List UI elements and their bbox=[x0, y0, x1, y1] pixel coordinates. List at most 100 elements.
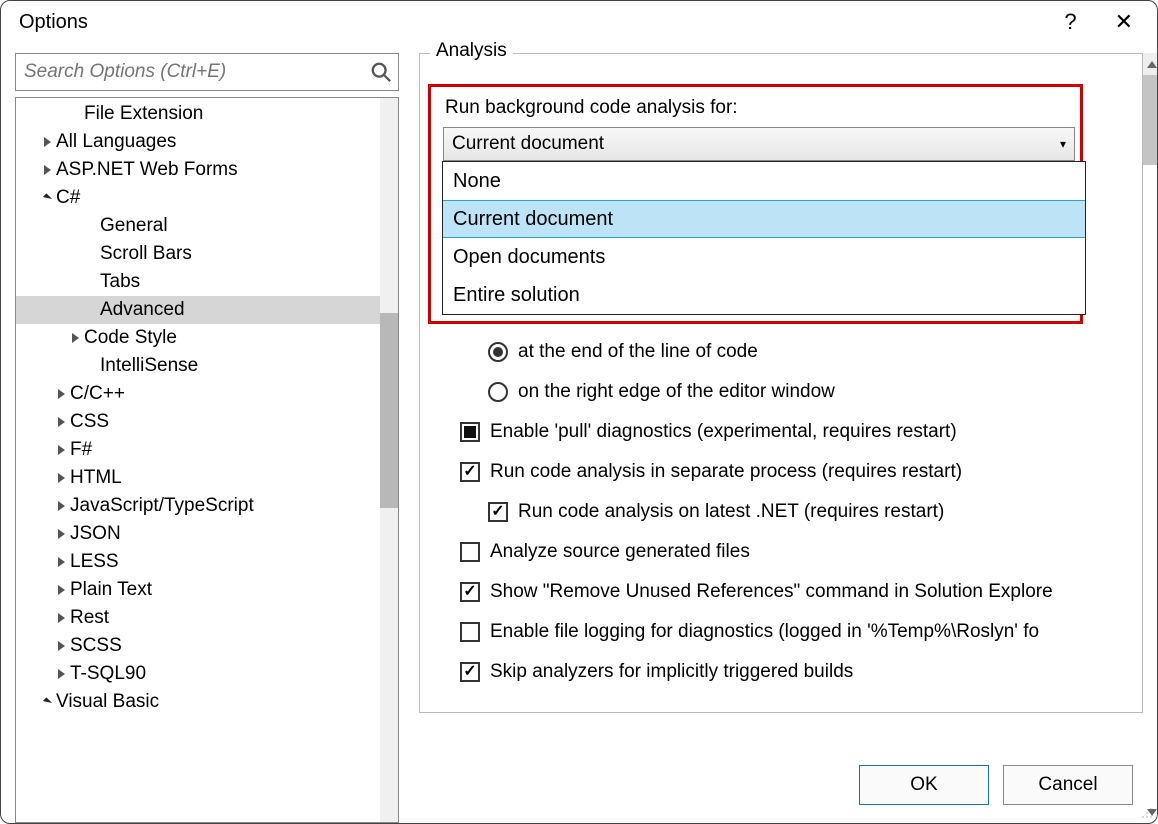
bg-analysis-dropdown[interactable]: NoneCurrent documentOpen documentsEntire… bbox=[442, 161, 1086, 315]
resize-grip-icon[interactable] bbox=[1137, 803, 1153, 819]
tree-item-label: HTML bbox=[70, 467, 122, 489]
options-dialog: Options ? ✕ File Extension All Languages A… bbox=[0, 0, 1158, 824]
bg-analysis-combo[interactable]: Current document ▾ bbox=[443, 127, 1075, 161]
chk-file-logging[interactable]: Enable file logging for diagnostics (log… bbox=[460, 612, 1132, 652]
checkbox-icon bbox=[460, 582, 480, 602]
scroll-up-button[interactable] bbox=[1143, 53, 1157, 75]
tree-item-label: IntelliSense bbox=[100, 355, 198, 377]
tree-item-label: F# bbox=[70, 439, 92, 461]
tree-item[interactable]: SCSS bbox=[16, 632, 398, 660]
tree-item-label: T-SQL90 bbox=[70, 663, 146, 685]
tree-item[interactable]: JSON bbox=[16, 520, 398, 548]
help-button[interactable]: ? bbox=[1064, 9, 1076, 35]
expand-icon bbox=[40, 165, 54, 175]
radio-icon bbox=[488, 382, 508, 402]
chk-separate-label: Run code analysis in separate process (r… bbox=[490, 461, 962, 483]
dropdown-option[interactable]: None bbox=[443, 162, 1085, 200]
expand-icon bbox=[54, 501, 68, 511]
checkbox-icon bbox=[460, 662, 480, 682]
tree-item-label: JSON bbox=[70, 523, 121, 545]
tree-item[interactable]: Visual Basic bbox=[16, 688, 398, 716]
expand-icon bbox=[54, 613, 68, 623]
highlight-annotation: Run background code analysis for: Curren… bbox=[428, 84, 1083, 324]
tree-item-label: C# bbox=[56, 187, 80, 209]
caret-up-icon bbox=[1147, 61, 1157, 68]
expand-icon bbox=[54, 557, 68, 567]
tree-item[interactable]: General bbox=[16, 212, 398, 240]
ok-button[interactable]: OK bbox=[859, 765, 989, 805]
tree-item-label: Rest bbox=[70, 607, 109, 629]
tree-item-label: ASP.NET Web Forms bbox=[56, 159, 238, 181]
chk-remove-unused-label: Show "Remove Unused References" command … bbox=[490, 581, 1053, 603]
chk-remove-unused[interactable]: Show "Remove Unused References" command … bbox=[460, 572, 1132, 612]
chk-skip-analyzers[interactable]: Skip analyzers for implicitly triggered … bbox=[460, 652, 1132, 692]
chk-analyze-generated[interactable]: Analyze source generated files bbox=[460, 532, 1132, 572]
chk-latest-net[interactable]: Run code analysis on latest .NET (requir… bbox=[460, 492, 1132, 532]
chk-pull-diagnostics[interactable]: Enable 'pull' diagnostics (experimental,… bbox=[460, 412, 1132, 452]
tree-item-label: All Languages bbox=[56, 131, 176, 153]
tree-item[interactable]: ASP.NET Web Forms bbox=[16, 156, 398, 184]
radio-icon bbox=[488, 342, 508, 362]
tree-item-label: JavaScript/TypeScript bbox=[70, 495, 254, 517]
expand-icon bbox=[54, 417, 68, 427]
radio-end-of-line[interactable]: at the end of the line of code bbox=[460, 332, 1132, 372]
tree-item[interactable]: Code Style bbox=[16, 324, 398, 352]
collapse-icon bbox=[40, 698, 54, 706]
tree-item[interactable]: T-SQL90 bbox=[16, 660, 398, 688]
tree-item-label: File Extension bbox=[84, 103, 203, 125]
tree-item-label: SCSS bbox=[70, 635, 122, 657]
tree-scrollbar-thumb[interactable] bbox=[380, 313, 398, 508]
chk-pull-label: Enable 'pull' diagnostics (experimental,… bbox=[490, 421, 957, 443]
tree-item[interactable]: C# bbox=[16, 184, 398, 212]
radio-right-edge-label: on the right edge of the editor window bbox=[518, 381, 835, 403]
tree-item[interactable]: Tabs bbox=[16, 268, 398, 296]
right-scrollbar-thumb[interactable] bbox=[1143, 75, 1157, 165]
tree-item[interactable]: IntelliSense bbox=[16, 352, 398, 380]
radio-right-edge[interactable]: on the right edge of the editor window bbox=[460, 372, 1132, 412]
expand-icon bbox=[68, 333, 82, 343]
tree-item[interactable]: C/C++ bbox=[16, 380, 398, 408]
checkbox-icon bbox=[488, 502, 508, 522]
checkbox-icon bbox=[460, 462, 480, 482]
radio-end-of-line-label: at the end of the line of code bbox=[518, 341, 758, 363]
tree-item[interactable]: Plain Text bbox=[16, 576, 398, 604]
tree-item[interactable]: CSS bbox=[16, 408, 398, 436]
right-scrollbar[interactable] bbox=[1143, 53, 1157, 823]
dropdown-option[interactable]: Entire solution bbox=[443, 276, 1085, 314]
expand-icon bbox=[54, 669, 68, 679]
expand-icon bbox=[54, 641, 68, 651]
options-tree[interactable]: File Extension All Languages ASP.NET Web F… bbox=[15, 97, 399, 823]
analysis-legend: Analysis bbox=[430, 41, 513, 62]
expand-icon bbox=[54, 473, 68, 483]
close-button[interactable]: ✕ bbox=[1105, 9, 1143, 35]
cancel-button[interactable]: Cancel bbox=[1003, 765, 1133, 805]
checkbox-icon bbox=[460, 422, 480, 442]
bg-analysis-combo-value: Current document bbox=[452, 133, 604, 155]
tree-item-label: LESS bbox=[70, 551, 119, 573]
tree-item[interactable]: File Extension bbox=[16, 100, 398, 128]
right-pane: Analysis Run background code analysis fo… bbox=[419, 53, 1143, 823]
bg-analysis-label: Run background code analysis for: bbox=[445, 97, 1070, 119]
tree-item-label: C/C++ bbox=[70, 383, 125, 405]
tree-item[interactable]: HTML bbox=[16, 464, 398, 492]
checkbox-icon bbox=[460, 542, 480, 562]
tree-item-label: General bbox=[100, 215, 168, 237]
chk-latest-net-label: Run code analysis on latest .NET (requir… bbox=[518, 501, 944, 523]
collapse-icon bbox=[40, 194, 54, 202]
dropdown-option[interactable]: Current document bbox=[443, 200, 1085, 238]
checkbox-icon bbox=[460, 622, 480, 642]
tree-item-label: Scroll Bars bbox=[100, 243, 192, 265]
expand-icon bbox=[54, 389, 68, 399]
tree-item[interactable]: Scroll Bars bbox=[16, 240, 398, 268]
tree-item[interactable]: All Languages bbox=[16, 128, 398, 156]
tree-item[interactable]: JavaScript/TypeScript bbox=[16, 492, 398, 520]
chk-separate-process[interactable]: Run code analysis in separate process (r… bbox=[460, 452, 1132, 492]
dropdown-option[interactable]: Open documents bbox=[443, 238, 1085, 276]
search-input[interactable] bbox=[20, 60, 370, 84]
tree-item[interactable]: LESS bbox=[16, 548, 398, 576]
search-box[interactable] bbox=[15, 53, 399, 91]
tree-item[interactable]: Rest bbox=[16, 604, 398, 632]
window-title: Options bbox=[19, 11, 88, 34]
tree-item[interactable]: Advanced bbox=[16, 296, 398, 324]
tree-item[interactable]: F# bbox=[16, 436, 398, 464]
